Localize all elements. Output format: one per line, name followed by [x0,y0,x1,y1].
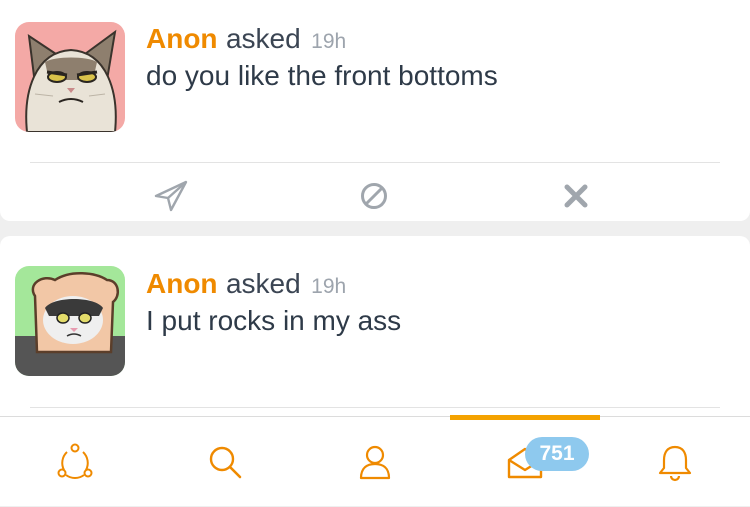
timestamp: 19h [311,30,347,53]
grumpy-cat-avatar-icon [15,22,125,132]
divider [30,407,720,408]
author-name[interactable]: Anon [146,268,218,299]
divider [30,162,720,163]
question-card: Anon asked 19h do you like the front bot… [0,0,750,221]
asked-label: asked [225,23,301,54]
close-icon [564,184,588,208]
bottom-tab-bar: 751 [0,415,750,507]
block-button[interactable] [354,176,394,216]
tab-profile[interactable] [300,417,450,507]
question-header: Anon asked 19h [146,22,346,61]
asked-label: asked [225,268,301,299]
tab-notifications[interactable] [600,417,750,507]
profile-icon [359,445,391,480]
inbox-count-badge: 751 [525,437,589,471]
question-text: do you like the front bottoms [146,60,498,91]
avatar[interactable] [15,22,125,132]
block-icon [361,183,387,209]
cat-in-bread-avatar-icon [15,266,125,376]
question-text: I put rocks in my ass [146,305,402,336]
avatar[interactable] [15,266,125,376]
bell-icon [658,445,692,482]
delete-button[interactable] [556,176,596,216]
tab-search[interactable] [150,417,300,507]
question-header: Anon asked 19h [146,267,346,306]
question-card: Anon asked 19h I put rocks in my ass [0,236,750,426]
answer-button[interactable] [151,176,191,216]
tab-network[interactable] [0,417,150,507]
network-icon [57,443,93,479]
paper-plane-icon [154,180,188,212]
search-icon [209,446,242,479]
author-name[interactable]: Anon [146,23,218,54]
timestamp: 19h [311,275,347,298]
